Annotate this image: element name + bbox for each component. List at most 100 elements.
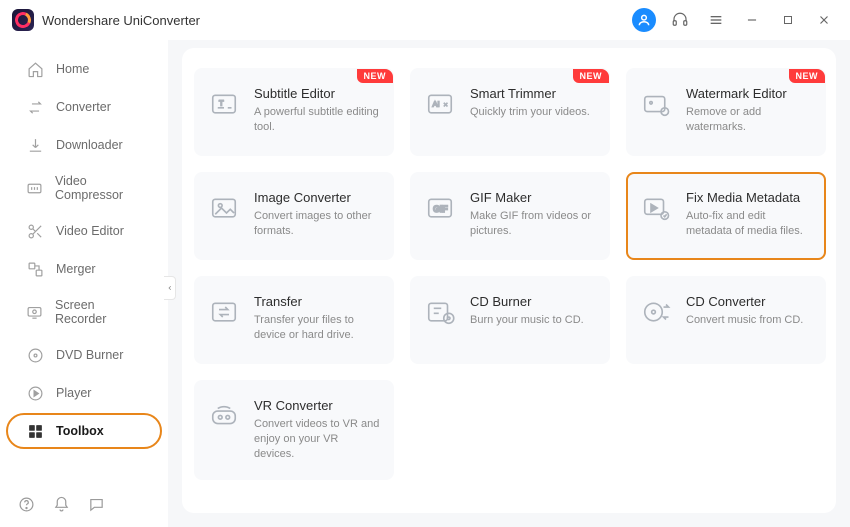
tool-smart-trimmer[interactable]: NEW AI Smart Trimmer Quickly trim your v… (410, 68, 610, 156)
svg-text:GIF: GIF (433, 204, 448, 214)
tool-fix-metadata[interactable]: Fix Media Metadata Auto-fix and edit met… (626, 172, 826, 260)
metadata-icon (640, 192, 672, 224)
new-badge: NEW (357, 69, 394, 83)
bell-icon (53, 496, 70, 513)
headset-icon (671, 11, 689, 29)
merger-icon (26, 260, 44, 278)
transfer-icon (208, 296, 240, 328)
sidebar-item-label: Merger (56, 262, 96, 276)
tool-title: Smart Trimmer (470, 86, 590, 101)
download-icon (26, 136, 44, 154)
sidebar-item-label: Video Editor (56, 224, 124, 238)
tool-grid: NEW T Subtitle Editor A powerful subtitl… (194, 68, 824, 480)
app-title: Wondershare UniConverter (42, 13, 200, 28)
image-icon (208, 192, 240, 224)
disc-icon (26, 346, 44, 364)
tool-desc: Make GIF from videos or pictures. (470, 209, 596, 239)
sidebar-item-label: Downloader (56, 138, 123, 152)
watermark-icon (640, 88, 672, 120)
sidebar-collapse-button[interactable] (164, 276, 176, 300)
sidebar-item-label: Converter (56, 100, 111, 114)
toolbox-panel: NEW T Subtitle Editor A powerful subtitl… (182, 48, 836, 513)
content-area: NEW T Subtitle Editor A powerful subtitl… (168, 40, 850, 527)
home-icon (26, 60, 44, 78)
support-button[interactable] (666, 6, 694, 34)
tool-subtitle-editor[interactable]: NEW T Subtitle Editor A powerful subtitl… (194, 68, 394, 156)
toolbox-icon (26, 422, 44, 440)
sidebar-item-label: Toolbox (56, 424, 104, 438)
svg-text:AI: AI (433, 100, 440, 109)
cd-burner-icon (424, 296, 456, 328)
tool-desc: Transfer your files to device or hard dr… (254, 313, 380, 343)
user-avatar-button[interactable] (630, 6, 658, 34)
svg-text:T: T (219, 98, 224, 107)
trimmer-icon: AI (424, 88, 456, 120)
tool-desc: A powerful subtitle editing tool. (254, 105, 380, 135)
tool-desc: Quickly trim your videos. (470, 105, 590, 120)
tool-title: Subtitle Editor (254, 86, 380, 101)
sidebar-item-label: Player (56, 386, 91, 400)
new-badge: NEW (573, 69, 610, 83)
tool-title: GIF Maker (470, 190, 596, 205)
converter-icon (26, 98, 44, 116)
sidebar: Home Converter Downloader Video Compress… (0, 40, 168, 527)
tool-title: Transfer (254, 294, 380, 309)
tool-desc: Convert images to other formats. (254, 209, 380, 239)
menu-button[interactable] (702, 6, 730, 34)
tool-title: Watermark Editor (686, 86, 812, 101)
tool-image-converter[interactable]: Image Converter Convert images to other … (194, 172, 394, 260)
tool-desc: Burn your music to CD. (470, 313, 584, 328)
tool-desc: Remove or add watermarks. (686, 105, 812, 135)
titlebar: Wondershare UniConverter (0, 0, 850, 40)
tool-gif-maker[interactable]: GIF GIF Maker Make GIF from videos or pi… (410, 172, 610, 260)
subtitle-icon: T (208, 88, 240, 120)
tool-desc: Auto-fix and edit metadata of media file… (686, 209, 812, 239)
sidebar-item-recorder[interactable]: Screen Recorder (6, 289, 162, 335)
sidebar-item-label: Video Compressor (55, 174, 142, 202)
hamburger-icon (708, 12, 724, 28)
sidebar-item-toolbox[interactable]: Toolbox (6, 413, 162, 449)
tool-cd-burner[interactable]: CD Burner Burn your music to CD. (410, 276, 610, 364)
new-badge: NEW (789, 69, 826, 83)
minimize-button[interactable] (738, 6, 766, 34)
sidebar-item-label: Screen Recorder (55, 298, 142, 326)
scissors-icon (26, 222, 44, 240)
sidebar-item-compressor[interactable]: Video Compressor (6, 165, 162, 211)
user-icon (632, 8, 656, 32)
tool-vr-converter[interactable]: VR Converter Convert videos to VR and en… (194, 380, 394, 480)
tool-title: Image Converter (254, 190, 380, 205)
feedback-button[interactable] (88, 496, 105, 513)
tool-title: Fix Media Metadata (686, 190, 812, 205)
help-button[interactable] (18, 496, 35, 513)
compressor-icon (26, 179, 43, 197)
chat-icon (88, 496, 105, 513)
help-icon (18, 496, 35, 513)
app-logo-icon (12, 9, 34, 31)
gif-icon: GIF (424, 192, 456, 224)
sidebar-item-label: DVD Burner (56, 348, 123, 362)
tool-transfer[interactable]: Transfer Transfer your files to device o… (194, 276, 394, 364)
play-icon (26, 384, 44, 402)
sidebar-item-merger[interactable]: Merger (6, 251, 162, 287)
chevron-left-icon (167, 283, 173, 293)
sidebar-item-downloader[interactable]: Downloader (6, 127, 162, 163)
tool-title: VR Converter (254, 398, 380, 413)
tool-desc: Convert music from CD. (686, 313, 803, 328)
notifications-button[interactable] (53, 496, 70, 513)
tool-desc: Convert videos to VR and enjoy on your V… (254, 417, 380, 462)
tool-watermark-editor[interactable]: NEW Watermark Editor Remove or add water… (626, 68, 826, 156)
maximize-icon (782, 14, 794, 26)
sidebar-item-label: Home (56, 62, 89, 76)
sidebar-item-converter[interactable]: Converter (6, 89, 162, 125)
sidebar-item-video-editor[interactable]: Video Editor (6, 213, 162, 249)
tool-cd-converter[interactable]: CD Converter Convert music from CD. (626, 276, 826, 364)
sidebar-item-dvd[interactable]: DVD Burner (6, 337, 162, 373)
tool-title: CD Converter (686, 294, 803, 309)
sidebar-footer (0, 482, 168, 527)
maximize-button[interactable] (774, 6, 802, 34)
close-button[interactable] (810, 6, 838, 34)
tool-title: CD Burner (470, 294, 584, 309)
cd-converter-icon (640, 296, 672, 328)
sidebar-item-player[interactable]: Player (6, 375, 162, 411)
sidebar-item-home[interactable]: Home (6, 51, 162, 87)
